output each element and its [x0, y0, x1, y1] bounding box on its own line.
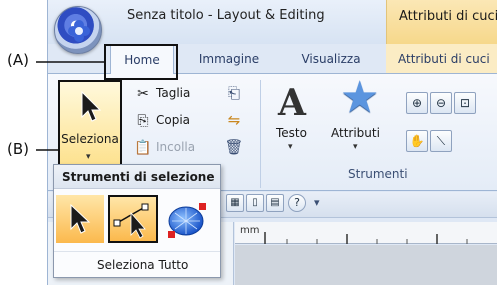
copy-button[interactable]: ⎘ Copia [134, 110, 214, 132]
dropdown-header: Strumenti di selezione [54, 165, 220, 189]
cursor-arrow-icon [81, 90, 102, 122]
select-tool-button[interactable] [56, 195, 104, 243]
seleziona-button[interactable]: Seleziona ▾ [58, 80, 122, 172]
page-icon[interactable]: ▯ [246, 194, 264, 212]
star-attributes-icon[interactable]: ★ [340, 76, 379, 120]
home-tab-highlight-box [104, 44, 178, 80]
customize-qat-icon[interactable]: ▾ [314, 196, 320, 209]
point-edit-tool-button[interactable] [108, 195, 158, 243]
grid-icon[interactable]: ▦ [226, 194, 244, 212]
chevron-down-icon: ▾ [288, 142, 293, 152]
pan-hand-icon[interactable]: ✋ [406, 130, 428, 152]
tab-attributi-di-cucitura[interactable]: Attributi di cuci [386, 44, 497, 74]
zoom-fit-icon[interactable]: ⊡ [454, 92, 476, 114]
application-menu-button[interactable] [54, 6, 102, 54]
paste-button[interactable]: 📋 Incolla [134, 137, 224, 159]
cut-label: Taglia [156, 86, 191, 100]
ruler-ticks [264, 232, 468, 244]
zoom-out-icon[interactable]: ⊖ [430, 92, 452, 114]
copy-label: Copia [156, 113, 191, 127]
tab-immagine[interactable]: Immagine [185, 44, 273, 74]
layers-icon[interactable]: ▤ [266, 194, 284, 212]
chevron-down-icon: ▾ [353, 142, 358, 152]
paste-label: Incolla [156, 140, 196, 154]
window-title: Senza titolo - Layout & Editing [127, 8, 325, 23]
trash-icon[interactable]: 🗑 [223, 136, 245, 158]
help-icon[interactable]: ? [288, 194, 306, 212]
tab-visualizza[interactable]: Visualizza [291, 44, 371, 74]
mirror-icon[interactable]: ⇋ [223, 109, 245, 131]
selection-tools-dropdown: Strumenti di selezione Seleziona Tutto [53, 164, 221, 278]
scissors-icon: ✂ [137, 86, 149, 102]
measure-icon[interactable]: ⟍ [430, 130, 452, 152]
circle-select-tool-button[interactable] [162, 195, 210, 243]
select-all-menu-item[interactable]: Seleziona Tutto [54, 251, 220, 277]
flower-logo-icon [68, 20, 90, 42]
group-label-strumenti: Strumenti [348, 167, 408, 181]
callout-a-line [36, 61, 104, 63]
zoom-in-icon[interactable]: ⊕ [406, 92, 428, 114]
point-edit-icon [113, 203, 149, 239]
text-tool-icon[interactable]: A [278, 82, 306, 124]
attributes-label: Attributi [331, 126, 380, 140]
copy-icon: ⎘ [137, 113, 149, 129]
group-divider [260, 80, 261, 188]
select-arrow-icon [70, 203, 91, 234]
design-canvas[interactable] [235, 245, 497, 285]
callout-b: (B) [7, 140, 29, 158]
clipboard-icon: 📋 [134, 140, 152, 156]
paste-special-icon[interactable]: ⎗ [223, 82, 245, 104]
text-tool-label: Testo [276, 126, 307, 140]
cut-button[interactable]: ✂ Taglia [134, 83, 214, 105]
contextual-tab-group-title: Attributi di cuci [386, 0, 497, 44]
horizontal-ruler: mm [235, 222, 497, 244]
callout-a: (A) [7, 51, 29, 69]
chevron-down-icon: ▾ [86, 152, 91, 162]
callout-b-line [36, 149, 58, 151]
circle-select-icon [168, 203, 206, 238]
seleziona-label: Seleziona [61, 132, 119, 146]
